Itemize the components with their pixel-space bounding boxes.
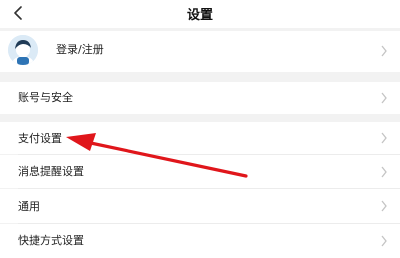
chevron-right-icon [381, 45, 387, 57]
chevron-right-icon [381, 235, 387, 247]
login-register-label: 登录/注册 [56, 43, 104, 56]
avatar [8, 35, 38, 65]
general-row[interactable]: 通用 [0, 189, 400, 223]
chevron-right-icon [381, 166, 387, 178]
shortcut-settings-row[interactable]: 快捷方式设置 [0, 224, 400, 258]
chevron-right-icon [381, 132, 387, 144]
account-security-label: 账号与安全 [18, 91, 73, 104]
payment-settings-label: 支付设置 [18, 132, 62, 145]
message-reminder-settings-label: 消息提醒设置 [18, 165, 84, 178]
chevron-right-icon [381, 200, 387, 212]
payment-settings-row[interactable]: 支付设置 [0, 122, 400, 154]
shortcut-settings-label: 快捷方式设置 [18, 234, 84, 247]
chevron-right-icon [381, 92, 387, 104]
page-title: 设置 [186, 8, 213, 23]
user-avatar-icon [8, 35, 38, 65]
top-bar: 设置 [0, 0, 400, 28]
account-security-row[interactable]: 账号与安全 [0, 82, 400, 114]
message-reminder-settings-row[interactable]: 消息提醒设置 [0, 155, 400, 188]
general-label: 通用 [18, 200, 40, 213]
login-register-row[interactable]: 登录/注册 [0, 31, 400, 72]
